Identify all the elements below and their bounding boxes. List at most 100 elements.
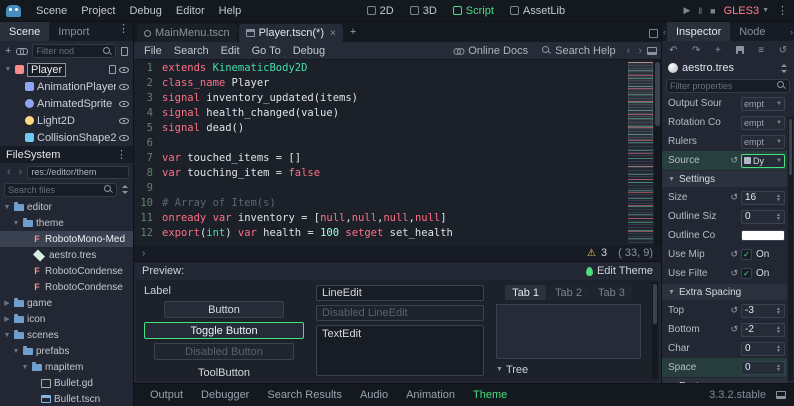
file-item-icon[interactable]: ▶ icon [0, 311, 133, 327]
float-panel-icon[interactable] [647, 46, 657, 55]
property-row-outline-co[interactable]: Outline Co [662, 226, 787, 245]
bottom-tab-audio[interactable]: Audio [352, 389, 396, 401]
object-history-icon[interactable]: ↺ [779, 45, 787, 56]
file-item-robotocondense[interactable]: RobotoCondense [0, 263, 133, 279]
scene-node-animationplayer[interactable]: AnimationPlayer [0, 78, 133, 95]
spin-arrows-icon[interactable]: ▲ ▼ [776, 363, 781, 372]
preview-tab-3[interactable]: Tab 3 [590, 285, 632, 300]
workspace-assetlib[interactable]: AssetLib [509, 5, 565, 17]
file-item-prefabs[interactable]: ▼ prefabs [0, 343, 133, 359]
property-row-source[interactable]: Source ↺ Dy ▼ [662, 151, 787, 170]
visibility-icon[interactable] [119, 100, 129, 107]
property-spinbox[interactable]: -2 ▲ ▼ [741, 322, 785, 337]
bottom-tab-theme[interactable]: Theme [465, 389, 515, 401]
script-history-forward[interactable]: › [635, 45, 645, 57]
preview-tab-2[interactable]: Tab 2 [548, 285, 589, 300]
history-forward-icon[interactable]: ↷ [692, 45, 700, 56]
inspector-section-font[interactable]: ▼ Font [662, 378, 787, 383]
preview-tab-1[interactable]: Tab 1 [505, 285, 547, 300]
script-menu-go-to[interactable]: Go To [246, 45, 287, 57]
property-row-use-filte[interactable]: Use Filte ↺ ✓ On [662, 264, 787, 283]
property-row-space[interactable]: Space 0 ▲ ▼ [662, 358, 787, 377]
menu-project[interactable]: Project [74, 5, 122, 17]
spin-arrows-icon[interactable]: ▲ ▼ [776, 325, 781, 334]
warning-icon[interactable]: ⚠ [587, 248, 596, 259]
property-row-char[interactable]: Char 0 ▲ ▼ [662, 339, 787, 358]
property-spinbox[interactable]: 0 ▲ ▼ [741, 209, 785, 224]
property-dropdown[interactable]: empt ▼ [741, 96, 785, 111]
expander-icon[interactable]: ▼ [4, 66, 12, 73]
add-node-button[interactable]: + [5, 45, 11, 57]
dock-menu-icon[interactable]: ⋮ [114, 22, 133, 41]
spin-arrows-icon[interactable]: ▲ ▼ [776, 306, 781, 315]
preview-textedit[interactable]: TextEdit [316, 325, 484, 376]
file-item-bullet-tscn[interactable]: Bullet.tscn [0, 391, 133, 406]
filter-properties-input[interactable]: Filter properties [666, 78, 790, 93]
spin-arrows-icon[interactable]: ▲ ▼ [776, 193, 781, 202]
bottom-tab-search-results[interactable]: Search Results [259, 389, 350, 401]
menu-debug[interactable]: Debug [122, 5, 168, 17]
expander-icon[interactable]: ▶ [3, 315, 11, 323]
fs-back-button[interactable]: ‹ [4, 166, 14, 178]
save-resource-icon[interactable] [735, 46, 744, 54]
revert-icon[interactable]: ↺ [730, 249, 738, 260]
file-item-aestro-tres[interactable]: aestro.tres [0, 247, 133, 263]
property-row-size[interactable]: Size ↺ 16 ▲ ▼ [662, 188, 787, 207]
property-row-rotation-co[interactable]: Rotation Co empt ▼ [662, 113, 787, 132]
inspector-scrollbar[interactable] [788, 117, 793, 381]
revert-icon[interactable]: ↺ [730, 324, 738, 335]
script-icon[interactable] [109, 65, 116, 74]
workspace-2d[interactable]: 2D [366, 5, 394, 17]
file-item-mapitem[interactable]: ▼ mapitem [0, 359, 133, 375]
scrollbar-thumb[interactable] [789, 119, 792, 175]
script-menu-edit[interactable]: Edit [215, 45, 246, 57]
preview-tool-button[interactable]: ToolButton [144, 364, 304, 381]
code-minimap[interactable] [628, 62, 653, 243]
file-item-editor[interactable]: ▼ editor [0, 199, 133, 215]
visibility-icon[interactable] [119, 83, 129, 90]
property-checkbox[interactable]: ✓ On [741, 249, 785, 260]
property-dropdown[interactable]: empt ▼ [741, 134, 785, 149]
property-dropdown[interactable]: Dy ▼ [741, 153, 785, 168]
fs-forward-button[interactable]: › [16, 166, 26, 178]
visibility-icon[interactable] [119, 134, 129, 141]
menu-editor[interactable]: Editor [169, 5, 212, 17]
scrollbar-thumb[interactable] [655, 62, 660, 126]
spin-arrows-icon[interactable]: ▲ ▼ [776, 344, 781, 353]
bottom-tab-animation[interactable]: Animation [398, 389, 463, 401]
new-scene-tab-button[interactable]: + [345, 26, 361, 38]
bottom-tab-output[interactable]: Output [142, 389, 191, 401]
property-dropdown[interactable]: empt ▼ [741, 115, 785, 130]
property-row-top[interactable]: Top ↺ -3 ▲ ▼ [662, 301, 787, 320]
spin-arrows-icon[interactable]: ▲ ▼ [776, 212, 781, 221]
revert-icon[interactable]: ↺ [730, 155, 738, 166]
search-help-button[interactable]: Search Help [536, 45, 622, 57]
script-menu-debug[interactable]: Debug [287, 45, 331, 57]
sort-files-icon[interactable] [121, 185, 129, 194]
attach-script-button[interactable] [121, 46, 128, 56]
preview-lineedit[interactable]: LineEdit [316, 285, 484, 301]
resource-menu-icon[interactable]: ≡ [758, 45, 764, 56]
tab-inspector[interactable]: Inspector [667, 22, 731, 41]
property-row-bottom[interactable]: Bottom ↺ -2 ▲ ▼ [662, 320, 787, 339]
tab-node[interactable]: Node [730, 22, 774, 41]
errors-panel-toggle[interactable]: › [142, 248, 145, 259]
property-checkbox[interactable]: ✓ On [741, 268, 785, 279]
online-docs-button[interactable]: Online Docs [447, 45, 534, 57]
preview-button[interactable]: Button [164, 301, 284, 318]
expand-panel-icon[interactable] [776, 391, 786, 399]
preview-scrollbar[interactable] [652, 282, 658, 379]
dock-tabs-right-icon[interactable]: › [789, 22, 794, 41]
expander-icon[interactable]: ▶ [3, 299, 11, 307]
property-row-rulers[interactable]: Rulers empt ▼ [662, 132, 787, 151]
tab-scene[interactable]: Scene [0, 22, 50, 41]
menu-scene[interactable]: Scene [29, 5, 74, 17]
code-editor[interactable]: 1 extends KinematicBody2D 2 class_name Play… [134, 60, 661, 245]
property-spinbox[interactable]: 0 ▲ ▼ [741, 360, 785, 375]
property-row-outline-siz[interactable]: Outline Siz 0 ▲ ▼ [662, 207, 787, 226]
visibility-icon[interactable] [119, 117, 129, 124]
scene-tab-mainmenu[interactable]: MainMenu.tscn [137, 24, 237, 42]
current-path[interactable]: res://editor/them [27, 165, 129, 179]
file-item-bullet-gd[interactable]: Bullet.gd [0, 375, 133, 391]
history-back-icon[interactable]: ↶ [669, 45, 677, 56]
